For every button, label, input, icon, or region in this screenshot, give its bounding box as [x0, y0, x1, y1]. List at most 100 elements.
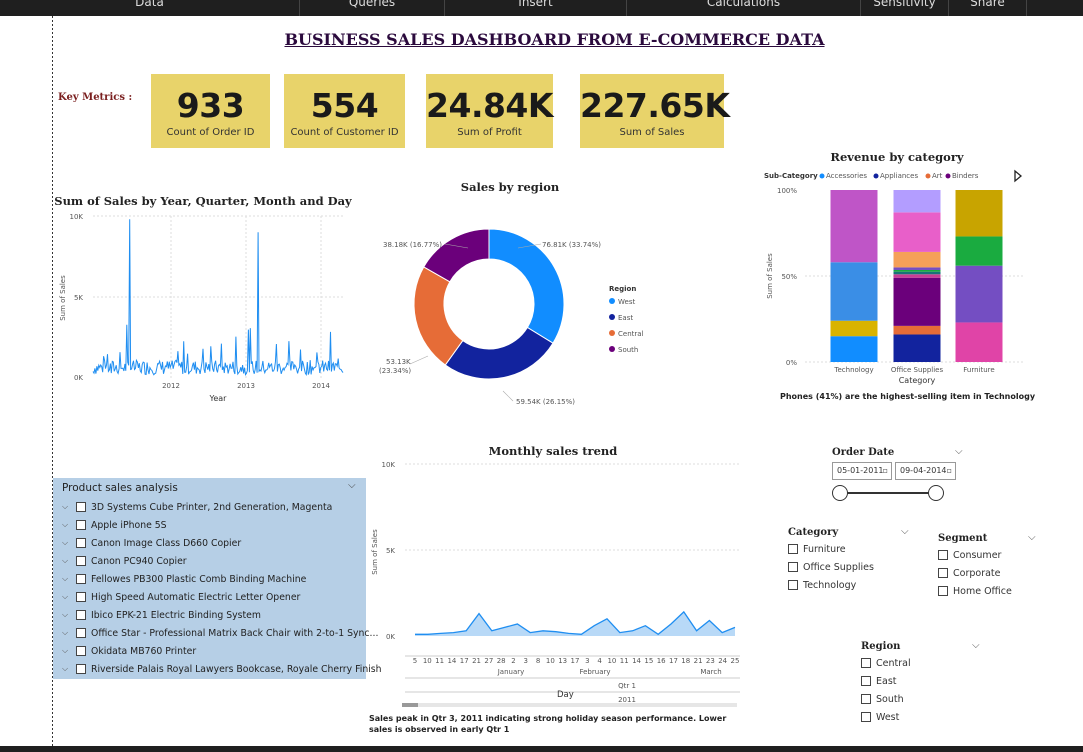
list-item[interactable]: ⌵ Office Star - Professional Matrix Back …: [62, 624, 382, 642]
kpi-card-profit[interactable]: 24.84K Sum of Profit: [426, 74, 553, 148]
list-item[interactable]: ⌵ Okidata MB760 Printer: [62, 642, 382, 660]
checkbox[interactable]: [76, 646, 86, 656]
donut-slice-east[interactable]: [444, 326, 554, 380]
horizontal-scrollbar[interactable]: [402, 703, 737, 707]
bar-segment[interactable]: [830, 336, 878, 362]
expand-chevron-icon[interactable]: ⌵: [62, 556, 76, 566]
bar-segment[interactable]: [893, 251, 941, 268]
list-item[interactable]: West: [861, 708, 911, 726]
chevron-down-icon[interactable]: ⌵: [955, 446, 963, 457]
bar-segment[interactable]: [893, 269, 941, 272]
list-item[interactable]: Central: [861, 654, 911, 672]
bar-segment[interactable]: [830, 190, 878, 263]
checkbox[interactable]: [861, 712, 871, 722]
checkbox[interactable]: [76, 610, 86, 620]
checkbox[interactable]: [938, 586, 948, 596]
bar-segment[interactable]: [830, 320, 878, 337]
category-stacked-chart[interactable]: Sub-Category Accessories Appliances Art …: [760, 166, 1050, 406]
checkbox[interactable]: [76, 538, 86, 548]
calendar-icon[interactable]: ▫: [947, 463, 952, 479]
checkbox[interactable]: [76, 520, 86, 530]
bar-segment[interactable]: [893, 267, 941, 270]
list-item[interactable]: ⌵ 3D Systems Cube Printer, 2nd Generation…: [62, 498, 382, 516]
bar-segment[interactable]: [830, 262, 878, 321]
chevron-down-icon[interactable]: ⌵: [901, 526, 909, 537]
checkbox[interactable]: [861, 694, 871, 704]
chevron-down-icon[interactable]: ⌵: [972, 640, 980, 651]
date-range-end-handle[interactable]: [928, 485, 944, 501]
bar-segment[interactable]: [955, 236, 1003, 266]
expand-chevron-icon[interactable]: ⌵: [62, 628, 76, 638]
checkbox[interactable]: [76, 628, 86, 638]
list-item[interactable]: South: [861, 690, 911, 708]
region-donut-chart[interactable]: 76.81K (33.74%) 38.18K (16.77%) 53.13K (…: [373, 226, 663, 411]
list-item[interactable]: East: [861, 672, 911, 690]
checkbox[interactable]: [788, 562, 798, 572]
list-item[interactable]: Home Office: [938, 582, 1012, 600]
expand-chevron-icon[interactable]: ⌵: [62, 664, 76, 674]
date-end-input[interactable]: 09-04-2014 ▫: [895, 462, 956, 480]
kpi-card-orders[interactable]: 933 Count of Order ID: [151, 74, 270, 148]
menu-tab-share[interactable]: Share: [949, 0, 1027, 16]
expand-chevron-icon[interactable]: ⌵: [62, 520, 76, 530]
expand-chevron-icon[interactable]: ⌵: [62, 610, 76, 620]
checkbox[interactable]: [861, 658, 871, 668]
bar-segment[interactable]: [893, 271, 941, 275]
chevron-down-icon[interactable]: ⌵: [1028, 532, 1036, 543]
list-item[interactable]: Corporate: [938, 564, 1012, 582]
bar-segment[interactable]: [893, 274, 941, 278]
expand-chevron-icon[interactable]: ⌵: [62, 592, 76, 602]
bar-segment[interactable]: [893, 277, 941, 326]
bar-segment[interactable]: [955, 322, 1003, 362]
checkbox[interactable]: [76, 592, 86, 602]
bar-segment[interactable]: [955, 190, 1003, 237]
bar-segment[interactable]: [893, 334, 941, 362]
menu-tab-insert[interactable]: Insert: [445, 0, 627, 16]
expand-chevron-icon[interactable]: ⌵: [62, 502, 76, 512]
bar-segment[interactable]: [893, 325, 941, 335]
expand-chevron-icon[interactable]: ⌵: [62, 646, 76, 656]
bar-segment[interactable]: [893, 212, 941, 252]
legend-next-arrow-icon[interactable]: [1014, 169, 1023, 183]
menu-tab-calculations[interactable]: Calculations: [627, 0, 861, 16]
date-range-start-handle[interactable]: [832, 485, 848, 501]
checkbox[interactable]: [938, 568, 948, 578]
sales-time-chart[interactable]: 10K 5K 0K Sum of Sales 2012 2013 2014 Ye…: [53, 210, 353, 410]
menu-tab-queries[interactable]: Queries: [300, 0, 445, 16]
list-item[interactable]: Office Supplies: [788, 558, 874, 576]
list-item[interactable]: ⌵ Ibico EPK-21 Electric Binding System: [62, 606, 382, 624]
donut-slice-central[interactable]: [413, 266, 464, 366]
chevron-down-icon[interactable]: ⌵: [348, 480, 356, 491]
scrollbar-thumb[interactable]: [402, 703, 418, 707]
checkbox[interactable]: [861, 676, 871, 686]
expand-chevron-icon[interactable]: ⌵: [62, 538, 76, 548]
checkbox[interactable]: [76, 574, 86, 584]
kpi-card-customers[interactable]: 554 Count of Customer ID: [284, 74, 405, 148]
menu-tab-sensitivity[interactable]: Sensitivity: [861, 0, 949, 16]
date-range-track[interactable]: [840, 492, 936, 494]
checkbox[interactable]: [76, 664, 86, 674]
list-item[interactable]: ⌵ High Speed Automatic Electric Letter Op…: [62, 588, 382, 606]
list-item[interactable]: ⌵ Apple iPhone 5S: [62, 516, 382, 534]
date-start-input[interactable]: 05-01-2011 ▫: [832, 462, 892, 480]
bar-segment[interactable]: [955, 265, 1003, 323]
list-item[interactable]: Consumer: [938, 546, 1012, 564]
list-item[interactable]: Furniture: [788, 540, 874, 558]
list-item[interactable]: ⌵ Fellowes PB300 Plastic Comb Binding Mac…: [62, 570, 382, 588]
product-sales-slicer[interactable]: Product sales analysis ⌵ ⌵ 3D Systems Cub…: [53, 478, 382, 679]
monthly-trend-chart[interactable]: 10K 5K 0K Sum of Sales 5 10 11 14 17 21 27 28 2 3…: [365, 456, 750, 711]
checkbox[interactable]: [76, 556, 86, 566]
list-item[interactable]: ⌵ Riverside Palais Royal Lawyers Bookcase…: [62, 660, 382, 678]
checkbox[interactable]: [76, 502, 86, 512]
expand-chevron-icon[interactable]: ⌵: [62, 574, 76, 584]
checkbox[interactable]: [788, 544, 798, 554]
kpi-card-sales[interactable]: 227.65K Sum of Sales: [580, 74, 730, 148]
bar-segment[interactable]: [893, 190, 941, 213]
checkbox[interactable]: [938, 550, 948, 560]
checkbox[interactable]: [788, 580, 798, 590]
list-item[interactable]: ⌵ Canon Image Class D660 Copier: [62, 534, 382, 552]
menu-tab-data[interactable]: Data: [0, 0, 300, 16]
list-item[interactable]: Technology: [788, 576, 874, 594]
list-item[interactable]: ⌵ Canon PC940 Copier: [62, 552, 382, 570]
calendar-icon[interactable]: ▫: [883, 463, 888, 479]
